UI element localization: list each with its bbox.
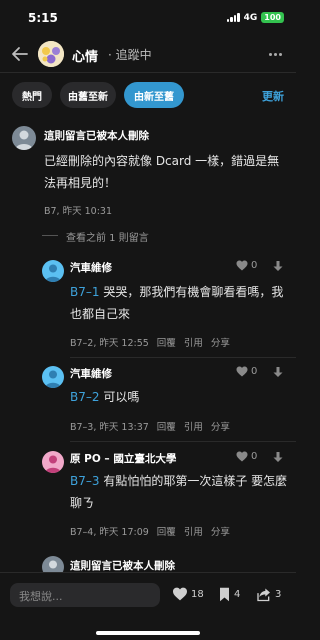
reply-divider [70, 441, 296, 442]
reply-meta: B7–3, 昨天 13:37 回覆 引用 分享 [70, 419, 230, 433]
quote-button[interactable]: 引用 [184, 527, 203, 538]
sort-popular-button[interactable]: 熱門 [12, 82, 52, 108]
reply-button[interactable]: 回覆 [157, 338, 176, 349]
male-avatar[interactable] [42, 260, 64, 282]
network-label: 4G [243, 12, 258, 23]
more-options-icon[interactable] [264, 44, 286, 64]
post-like-count: 18 [191, 588, 204, 600]
reply-text: 哭哭，那我們有機會聊看看嗎，我也都自己來 [70, 285, 284, 321]
share-icon[interactable] [256, 587, 272, 602]
comment-body: 已經刪除的內容就像 Dcard 一樣，錯過是無法再相見的！ [44, 154, 280, 190]
quote-button[interactable]: 引用 [184, 338, 203, 349]
signal-icon [226, 13, 240, 22]
reply-body: B7–2 可以嗎 [70, 386, 288, 408]
comment-author: 這則留言已被本人刪除 [44, 130, 149, 142]
like-count: 0 [251, 451, 258, 462]
reply-button[interactable]: 回覆 [157, 422, 176, 433]
reply-divider [70, 357, 296, 358]
reply-author: 汽車維修 [70, 368, 112, 380]
comment-meta: B7, 昨天 10:31 [44, 206, 112, 217]
reply-author: 原 PO – 國立臺北大學 [70, 453, 177, 465]
female-avatar[interactable] [42, 451, 64, 473]
dislike-arrow-icon[interactable] [272, 451, 284, 463]
like-count: 0 [251, 260, 258, 271]
post-share-button[interactable]: 3 [256, 587, 281, 602]
reply-body: B7–1 哭哭，那我們有機會聊看看嗎，我也都自己來 [70, 281, 288, 325]
refresh-link[interactable]: 更新 [262, 88, 284, 104]
expand-divider [42, 235, 58, 236]
status-indicators: 4G 100 [226, 12, 284, 23]
reply-text: 有點怕怕的耶第一次這樣子 要怎麼聊ㄋ [70, 474, 288, 510]
header-divider [0, 72, 296, 73]
board-name[interactable]: 心情 [72, 46, 98, 65]
reply-meta-time: B7–2, 昨天 12:55 [70, 338, 149, 349]
anonymous-avatar[interactable] [12, 126, 36, 150]
floor-link[interactable]: B7–1 [70, 285, 100, 299]
heart-icon[interactable] [236, 260, 248, 271]
share-button[interactable]: 分享 [211, 422, 230, 433]
reply-body: B7–3 有點怕怕的耶第一次這樣子 要怎麼聊ㄋ [70, 470, 288, 514]
reply-author: 汽車維修 [70, 262, 112, 274]
follow-status[interactable]: · 追蹤中 [108, 46, 152, 63]
board-avatar[interactable] [38, 41, 64, 67]
male-avatar[interactable] [42, 366, 64, 388]
reply-like[interactable]: 0 [236, 366, 257, 377]
comment-input[interactable]: 我想說... [10, 583, 160, 607]
reply-text: 可以嗎 [99, 390, 140, 404]
sort-newest-button[interactable]: 由新至舊 [124, 82, 184, 108]
share-button[interactable]: 分享 [211, 338, 230, 349]
heart-icon[interactable] [236, 366, 248, 377]
reply-meta-time: B7–3, 昨天 13:37 [70, 422, 149, 433]
post-save-button[interactable]: 4 [218, 587, 240, 602]
sort-oldest-button[interactable]: 由舊至新 [60, 82, 116, 108]
reply-meta: B7–4, 昨天 17:09 回覆 引用 分享 [70, 524, 230, 538]
reply-meta-time: B7–4, 昨天 17:09 [70, 527, 149, 538]
post-save-count: 4 [234, 589, 241, 600]
heart-icon[interactable] [172, 587, 188, 601]
battery-icon: 100 [261, 12, 284, 23]
home-indicator [96, 631, 200, 635]
top-navigation: 心情 · 追蹤中 [0, 36, 296, 72]
post-share-count: 3 [275, 589, 282, 600]
bottom-action-bar: 我想說... 18 4 3 [0, 572, 296, 640]
reply-like[interactable]: 0 [236, 451, 257, 462]
quote-button[interactable]: 引用 [184, 422, 203, 433]
reply-button[interactable]: 回覆 [157, 527, 176, 538]
back-arrow-icon[interactable] [8, 42, 32, 66]
heart-icon[interactable] [236, 451, 248, 462]
comment-author: 這則留言已被本人刪除 [70, 560, 175, 572]
bookmark-icon[interactable] [218, 587, 231, 602]
floor-link[interactable]: B7–2 [70, 390, 100, 404]
dislike-arrow-icon[interactable] [272, 260, 284, 272]
reply-like[interactable]: 0 [236, 260, 257, 271]
sort-bar: 熱門 由舊至新 由新至舊 更新 [0, 82, 296, 110]
view-previous-comments[interactable]: 查看之前 1 則留言 [66, 229, 149, 244]
post-like-button[interactable]: 18 [172, 587, 204, 601]
like-count: 0 [251, 366, 258, 377]
share-button[interactable]: 分享 [211, 527, 230, 538]
status-time: 5:15 [28, 11, 58, 25]
status-bar: 5:15 4G 100 [0, 0, 296, 36]
floor-link[interactable]: B7–3 [70, 474, 100, 488]
dislike-arrow-icon[interactable] [272, 366, 284, 378]
reply-meta: B7–2, 昨天 12:55 回覆 引用 分享 [70, 335, 230, 349]
